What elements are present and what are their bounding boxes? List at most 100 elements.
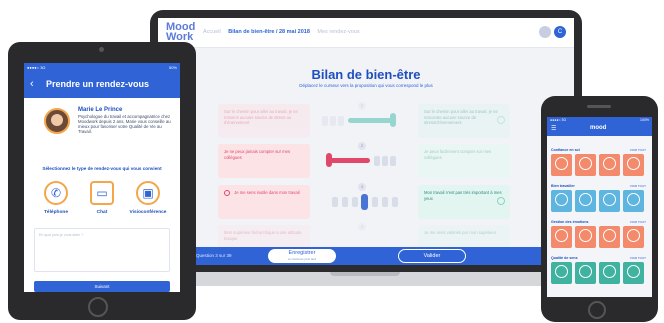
slider-step (382, 197, 388, 207)
chat-icon: ▭ (90, 181, 114, 205)
module-card[interactable] (599, 226, 620, 248)
phone-icon: ✆ (44, 181, 68, 205)
module-icon (579, 157, 592, 170)
question-counter: Question 3 sur 39 (196, 253, 232, 258)
option-right[interactable]: Je peux facilement compter sur mes collè… (418, 144, 510, 178)
camera-icon (99, 47, 104, 52)
slider[interactable]: 3 (318, 183, 410, 219)
module-icon (555, 229, 568, 242)
option-left-text: Je me sens inutile dans mon travail (234, 190, 300, 196)
page-title: Bilan de bien-être (311, 67, 421, 82)
module-card[interactable] (623, 154, 644, 176)
see-all-link[interactable]: VOIR TOUT (630, 148, 646, 152)
phone-frame: ●●●●○ 3G 100% ☰ mood Confiance en soi VO… (541, 96, 658, 322)
slider-handle[interactable] (390, 113, 396, 127)
see-all-link[interactable]: VOIR TOUT (630, 220, 646, 224)
module-card[interactable] (551, 262, 572, 284)
slider[interactable]: 2 (318, 142, 410, 178)
check-icon (497, 116, 505, 124)
slider-step (332, 197, 338, 207)
module-card[interactable] (599, 154, 620, 176)
settings-icon[interactable] (539, 26, 551, 38)
nav-home[interactable]: Accueil (203, 29, 221, 35)
option-label: Téléphone (44, 210, 68, 215)
slider-step (390, 156, 396, 166)
module-card[interactable] (551, 190, 572, 212)
section-work-well: Bien travailler VOIR TOUT (551, 184, 652, 212)
option-video[interactable]: ▣ Visioconférence (128, 181, 168, 215)
slider-value: 2 (358, 142, 366, 150)
laptop-frame: Mood Work Accueil Bilan de bien-être / 2… (150, 10, 582, 274)
option-left[interactable]: Je me sens inutile dans mon travail (218, 185, 310, 219)
validate-button[interactable]: Valider (398, 249, 466, 263)
option-right-text: Mon travail n'est pas très important à m… (424, 190, 502, 201)
option-left[interactable]: Sur le chemin pour aller au travail, je … (218, 104, 310, 138)
laptop-screen: Mood Work Accueil Bilan de bien-être / 2… (158, 18, 574, 265)
option-phone[interactable]: ✆ Téléphone (36, 181, 76, 215)
top-navigation-bar: Mood Work Accueil Bilan de bien-être / 2… (158, 18, 574, 48)
check-icon (497, 197, 505, 205)
save-button-sublabel: et continuer plus tard (287, 257, 317, 261)
question-row-3: Je me sens inutile dans mon travail 3 Mo… (218, 183, 514, 219)
message-textarea[interactable]: En quoi puis-je vous aider ? (34, 228, 170, 272)
slider-step (322, 116, 328, 126)
option-right[interactable]: Mon travail n'est pas très important à m… (418, 185, 510, 219)
slider-fill (348, 118, 392, 123)
section-meaning: Qualité de sens VOIR TOUT (551, 256, 652, 284)
option-label: Visioconférence (129, 210, 167, 215)
speaker (587, 105, 611, 108)
module-icon (579, 229, 592, 242)
module-card[interactable] (623, 226, 644, 248)
option-right[interactable]: Sur le chemin pour aller au travail, je … (418, 104, 510, 138)
slider-handle[interactable] (361, 194, 368, 210)
module-card[interactable] (599, 190, 620, 212)
menu-icon[interactable]: ☰ (551, 125, 556, 132)
card-list (551, 226, 652, 248)
save-button[interactable]: Enregistrer et continuer plus tard (268, 249, 336, 263)
video-icon: ▣ (136, 181, 160, 205)
module-card[interactable] (575, 226, 596, 248)
tablet-frame: ●●●●○ 3G 50% ‹ Prendre un rendez-vous Ma… (8, 42, 196, 320)
slider-fill (330, 158, 370, 163)
module-icon (627, 193, 640, 206)
module-card[interactable] (575, 190, 596, 212)
slider[interactable]: 2 (318, 102, 410, 138)
signal-status: ●●●●○ 3G (550, 118, 567, 122)
module-icon (627, 157, 640, 170)
question-row-1: Sur le chemin pour aller au travail, je … (218, 102, 514, 138)
home-button[interactable] (588, 301, 606, 319)
slider-value: 3 (358, 183, 366, 191)
status-bar: ●●●●○ 3G 50% (24, 63, 180, 72)
module-card[interactable] (575, 262, 596, 284)
see-all-link[interactable]: VOIR TOUT (630, 256, 646, 260)
module-card[interactable] (599, 262, 620, 284)
nav-appointments[interactable]: Mes rendez-vous (317, 29, 359, 35)
avatar[interactable]: C (554, 26, 566, 38)
home-button[interactable] (88, 297, 108, 317)
battery-status: 100% (640, 118, 649, 122)
submit-button[interactable]: Suivant (34, 281, 170, 292)
option-left[interactable]: Je ne peux jamais compter sur mes collèg… (218, 144, 310, 178)
module-card[interactable] (551, 226, 572, 248)
card-list (551, 190, 652, 212)
card-list (551, 262, 652, 284)
alert-icon (224, 190, 230, 196)
module-card[interactable] (551, 154, 572, 176)
moodwork-logo[interactable]: Mood Work (166, 22, 195, 43)
back-arrow-icon[interactable]: ‹ (30, 78, 34, 90)
module-icon (555, 265, 568, 278)
coach-face (51, 114, 63, 126)
phone-screen: ●●●●○ 3G 100% ☰ mood Confiance en soi VO… (547, 117, 652, 297)
see-all-link[interactable]: VOIR TOUT (630, 184, 646, 188)
option-chat[interactable]: ▭ Chat (82, 181, 122, 215)
card-list (551, 154, 652, 176)
nav-bilan[interactable]: Bilan de bien-être / 28 mai 2018 (228, 29, 310, 35)
module-card[interactable] (623, 262, 644, 284)
module-card[interactable] (575, 154, 596, 176)
slider-value: 3 (358, 223, 366, 231)
module-card[interactable] (623, 190, 644, 212)
module-icon (603, 265, 616, 278)
coach-description: Psychologue du travail et accompagnatric… (78, 114, 171, 134)
section-emotions: Gestion des émotions VOIR TOUT (551, 220, 652, 248)
bottom-action-bar: Question 3 sur 39 Enregistrer et continu… (158, 247, 574, 265)
